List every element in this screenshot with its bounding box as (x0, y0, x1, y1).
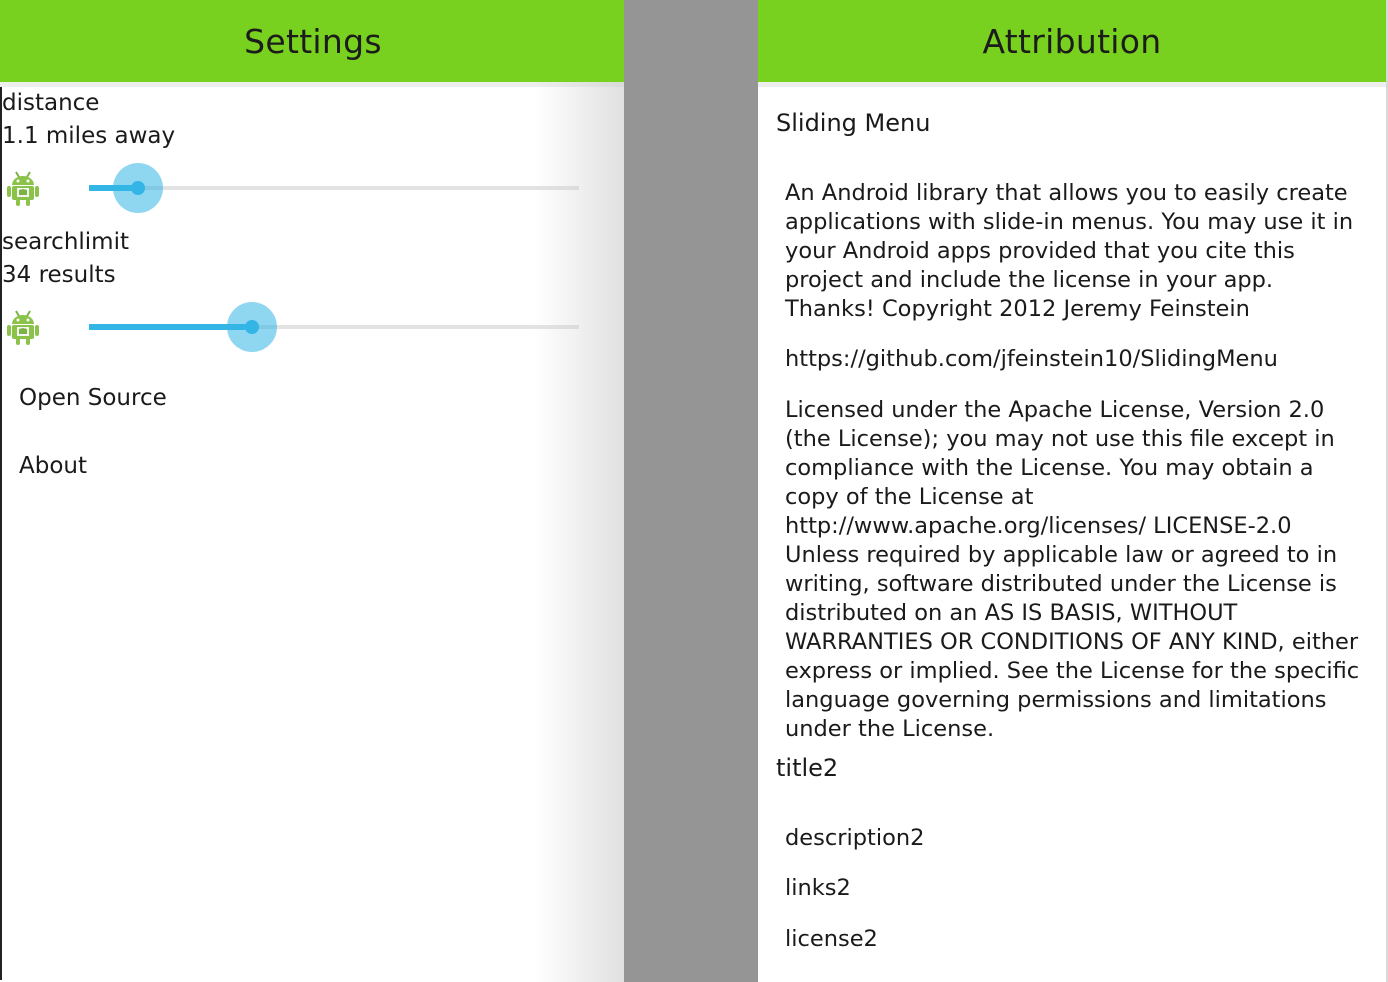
library-description: description2 (785, 825, 925, 851)
library-license: Licensed under the Apache License, Versi… (785, 397, 1360, 742)
library-license: license2 (785, 926, 878, 952)
searchlimit-value: 34 results (2, 262, 116, 288)
library-title: Sliding Menu (776, 109, 931, 137)
android-robot-icon (7, 171, 39, 206)
attribution-title: Attribution (982, 21, 1162, 61)
distance-title: distance (2, 90, 100, 116)
distance-value: 1.1 miles away (2, 123, 176, 149)
menu-item-open-source[interactable]: Open Source (19, 385, 167, 411)
attribution-panel: Attribution Sliding Menu An Android libr… (758, 0, 1386, 982)
android-robot-icon (7, 310, 39, 345)
searchlimit-slider[interactable] (89, 297, 579, 357)
slider-thumb-dot (131, 181, 145, 195)
settings-panel: Settings distance 1.1 miles away searchl… (0, 0, 624, 982)
attribution-action-bar: Attribution (758, 0, 1386, 87)
settings-action-bar: Settings (0, 0, 624, 87)
panel-gutter (624, 0, 758, 982)
searchlimit-title: searchlimit (2, 229, 129, 255)
distance-slider[interactable] (89, 158, 579, 218)
settings-title: Settings (244, 21, 382, 61)
menu-item-about[interactable]: About (19, 453, 87, 479)
library-description: An Android library that allows you to ea… (785, 180, 1354, 322)
library-link[interactable]: https://github.com/jfeinstein10/SlidingM… (785, 345, 1370, 374)
library-link[interactable]: links2 (785, 874, 1370, 903)
library-title: title2 (776, 754, 839, 782)
